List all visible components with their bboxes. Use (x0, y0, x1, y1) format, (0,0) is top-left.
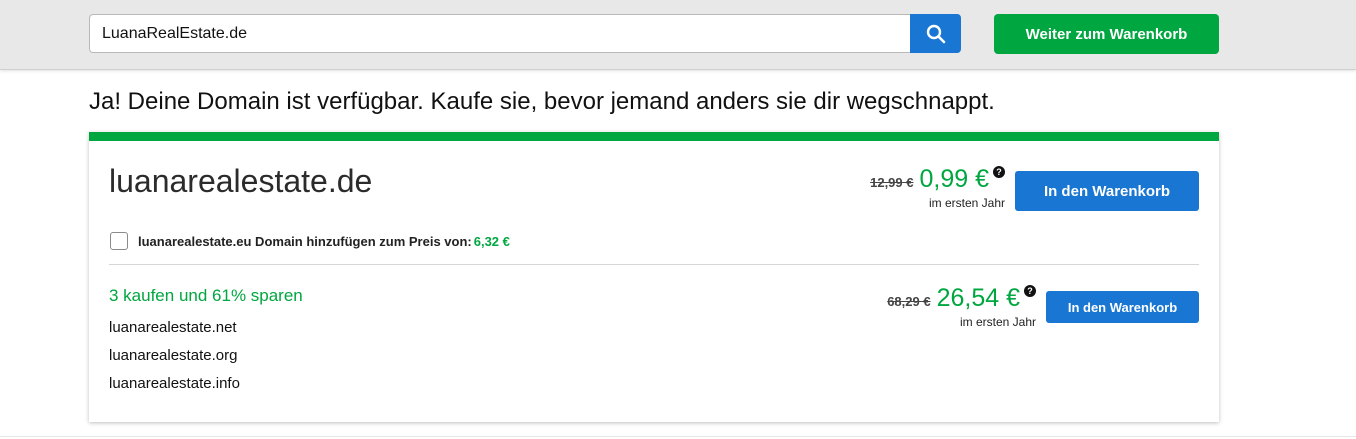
domain-result-card: luanarealestate.de 12,99 € 0,99 € ? im e… (89, 132, 1219, 422)
list-item: luanarealestate.info (109, 375, 240, 392)
bundle-price: 68,29 € 26,54 € ? im ersten Jahr (887, 284, 1036, 329)
addon-checkbox[interactable] (110, 232, 128, 250)
new-price: 0,99 € (919, 165, 989, 193)
addon-label: luanarealestate.eu Domain hinzufügen zum… (138, 233, 472, 249)
bundle-domain-list: luanarealestate.net luanarealestate.org … (109, 319, 240, 403)
question-icon[interactable]: ? (1024, 285, 1036, 297)
primary-price: 12,99 € 0,99 € ? im ersten Jahr (870, 165, 1005, 210)
divider (109, 264, 1199, 265)
price-note: im ersten Jahr (928, 196, 1005, 210)
list-item: luanarealestate.org (109, 347, 238, 364)
availability-headline: Ja! Deine Domain ist verfügbar. Kaufe si… (89, 88, 995, 115)
addon-option: luanarealestate.eu Domain hinzufügen zum… (110, 232, 510, 250)
list-item: luanarealestate.net (109, 319, 237, 336)
question-icon[interactable]: ? (993, 166, 1005, 178)
page-divider (0, 436, 1356, 437)
continue-to-cart-button[interactable]: Weiter zum Warenkorb (994, 14, 1219, 54)
old-price: 12,99 € (870, 175, 914, 190)
new-price: 26,54 € (936, 284, 1020, 312)
add-bundle-to-cart-button[interactable]: In den Warenkorb (1046, 291, 1199, 323)
top-bar: Weiter zum Warenkorb (0, 0, 1356, 70)
add-to-cart-button[interactable]: In den Warenkorb (1015, 171, 1199, 211)
old-price: 68,29 € (887, 294, 931, 309)
search-box (89, 14, 961, 53)
search-input[interactable] (90, 15, 910, 52)
price-note: im ersten Jahr (959, 315, 1036, 329)
search-button[interactable] (910, 14, 961, 53)
addon-price: 6,32 € (473, 233, 510, 249)
bundle-heading: 3 kaufen und 61% sparen (109, 286, 303, 305)
search-icon (926, 24, 945, 43)
domain-name: luanarealestate.de (109, 163, 373, 199)
